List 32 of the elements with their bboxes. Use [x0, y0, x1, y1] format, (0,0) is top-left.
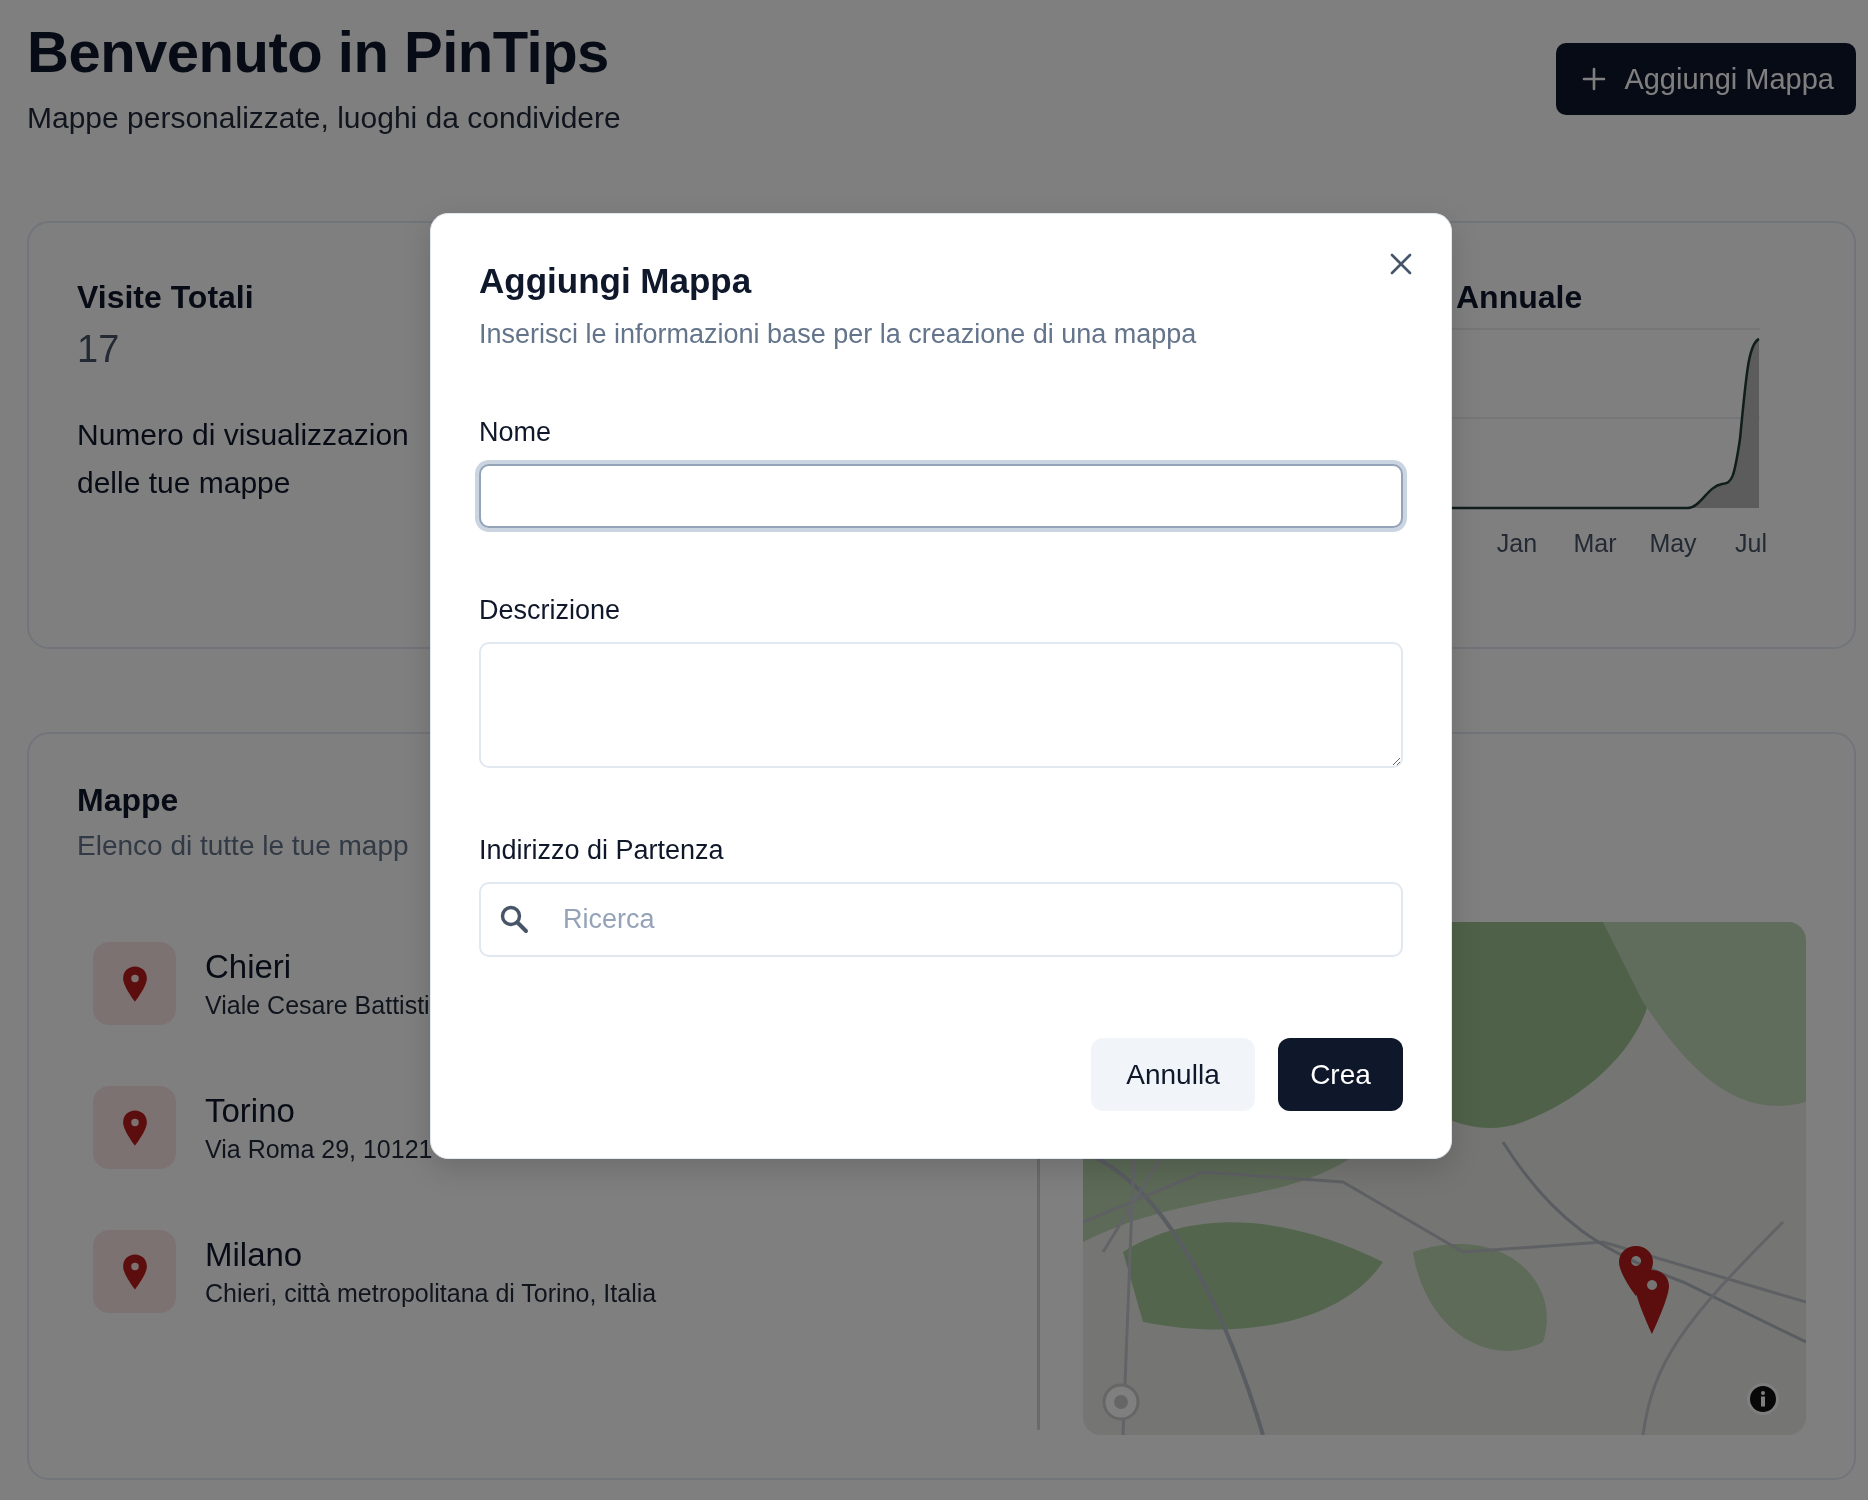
field-label: Indirizzo di Partenza: [479, 834, 724, 866]
field-label: Descrizione: [479, 594, 621, 626]
visit-count: 17: [77, 327, 120, 372]
axis-label: Jul: [1734, 528, 1768, 559]
add-map-button[interactable]: Aggiungi Mappa: [1556, 43, 1856, 115]
axis-label: Mar: [1572, 528, 1618, 559]
map-address: Chieri, città metropolitana di Torino, Italia: [205, 1277, 657, 1309]
card-title: Visite Totali: [77, 278, 254, 317]
create-button[interactable]: Crea: [1278, 1038, 1403, 1111]
map-name[interactable]: Chieri: [205, 946, 292, 987]
axis-label: Jan: [1495, 528, 1539, 559]
card-subtitle: Elenco di tutte le tue mapp: [77, 829, 409, 863]
card-description: Numero di visualizzazion delle tue mappe: [77, 417, 410, 501]
axis-label: May: [1648, 528, 1698, 559]
search-icon: [499, 904, 529, 934]
map-name[interactable]: Milano: [205, 1234, 303, 1275]
card-title: Mappe: [77, 781, 179, 820]
page-subtitle: Mappe personalizzate, luoghi da condividere: [27, 100, 621, 136]
dialog-subtitle: Inserisci le informazioni base per la creazione di una mappa: [479, 318, 1198, 351]
search-field[interactable]: Ricerca: [479, 882, 1403, 957]
map-name[interactable]: Torino: [205, 1090, 295, 1131]
card-title: Annuale: [1456, 278, 1583, 317]
map-address: Via Roma 29, 10121: [205, 1133, 433, 1165]
map-address: Viale Cesare Battisti: [205, 989, 430, 1021]
plus-icon: [1582, 67, 1607, 91]
dialog-title: Aggiungi Mappa: [479, 260, 752, 302]
page-title: Benvenuto in PinTips: [27, 18, 610, 86]
name-input[interactable]: [479, 464, 1403, 528]
cancel-button[interactable]: Annulla: [1091, 1038, 1255, 1111]
map-logo-icon: [1101, 1382, 1142, 1422]
info-icon: [1749, 1385, 1778, 1413]
field-label: Nome: [479, 416, 552, 448]
